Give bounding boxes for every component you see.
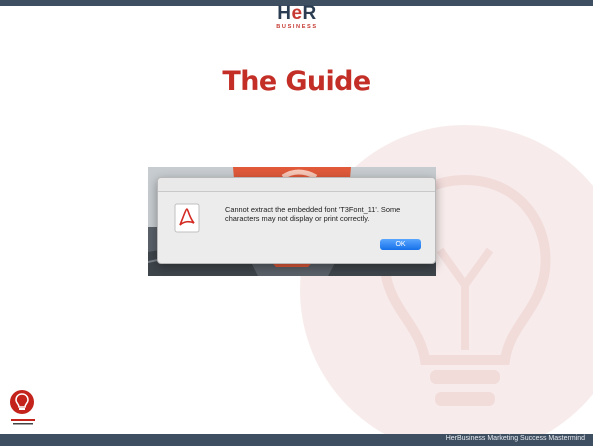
alert-dialog: Cannot extract the embedded font 'T3Font…	[157, 177, 436, 264]
slide: HeR BUSINESS The Guide Cannot extract th…	[0, 0, 593, 446]
brand-logo: HeR BUSINESS	[276, 3, 318, 30]
page-title: The Guide	[222, 66, 371, 97]
acrobat-icon	[174, 203, 200, 233]
footer-text: HerBusiness Marketing Success Mastermind	[445, 435, 585, 442]
dialog-message: Cannot extract the embedded font 'T3Font…	[225, 205, 401, 223]
ok-button[interactable]: OK	[380, 239, 421, 250]
footer-bar: HerBusiness Marketing Success Mastermind	[0, 434, 593, 446]
dialog-titlebar	[158, 178, 435, 192]
bulb-badge-icon	[10, 390, 35, 425]
